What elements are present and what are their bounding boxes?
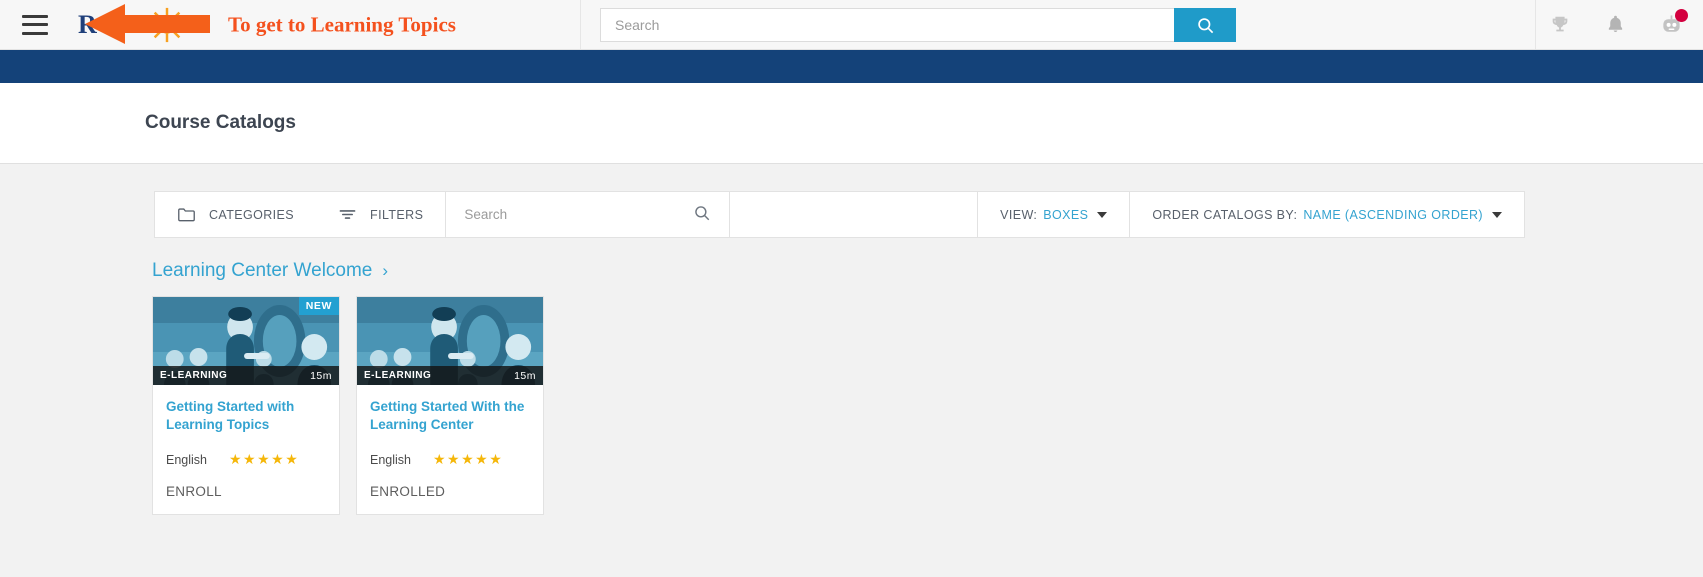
thumbnail-footer: E-LEARNING 15m <box>153 366 339 385</box>
order-label: ORDER CATALOGS BY: <box>1152 207 1298 222</box>
course-duration: 15m <box>310 369 332 382</box>
folder-icon <box>177 206 196 223</box>
course-card[interactable]: E-LEARNING 15m Getting Started With the … <box>356 296 544 516</box>
chevron-down-icon <box>1097 211 1108 218</box>
course-title[interactable]: Getting Started With the Learning Center <box>370 398 530 434</box>
course-language: English <box>166 452 207 467</box>
bell-icon[interactable] <box>1605 14 1626 35</box>
course-meta: English ★★★★★ <box>370 451 530 468</box>
filters-button[interactable]: FILTERS <box>316 192 445 237</box>
annotation-arrow-icon <box>85 4 210 44</box>
view-label: VIEW: <box>1000 207 1038 222</box>
global-search-input[interactable] <box>600 8 1174 42</box>
catalog-toolbar: CATEGORIES FILTERS Search VIEW: BOXES OR… <box>154 191 1525 238</box>
annotation-text: To get to Learning Topics <box>228 12 456 36</box>
filters-label: FILTERS <box>370 207 424 222</box>
hamburger-menu-icon[interactable] <box>22 14 48 35</box>
thumbnail-footer: E-LEARNING 15m <box>357 366 543 385</box>
filter-icon <box>338 207 357 222</box>
course-title[interactable]: Getting Started with Learning Topics <box>166 398 326 434</box>
course-meta: English ★★★★★ <box>166 451 326 468</box>
course-card[interactable]: NEW E-LEARNING 15m Getting Started with … <box>152 296 340 516</box>
course-rating-stars: ★★★★★ <box>433 451 504 468</box>
order-value: NAME (ASCENDING ORDER) <box>1303 207 1483 222</box>
new-badge: NEW <box>298 297 339 315</box>
catalog-search <box>446 192 729 237</box>
trophy-icon[interactable] <box>1549 14 1571 36</box>
search-icon[interactable] <box>693 204 711 225</box>
course-type-label: E-LEARNING <box>160 370 228 381</box>
page-header: Course Catalogs <box>0 83 1703 164</box>
view-value: BOXES <box>1043 207 1089 222</box>
course-type-label: E-LEARNING <box>364 370 432 381</box>
secondary-navigation-band <box>0 50 1703 83</box>
top-navigation-bar: R To get to Learning Topics <box>0 0 1703 50</box>
chevron-right-icon: › <box>382 261 389 280</box>
topbar-icon-group <box>1549 0 1688 49</box>
hamburger-line <box>22 23 48 26</box>
course-duration: 15m <box>514 369 536 382</box>
page-title: Course Catalogs <box>145 112 296 133</box>
main-content: CATEGORIES FILTERS Search VIEW: BOXES OR… <box>0 191 1703 516</box>
categories-label: CATEGORIES <box>209 207 295 222</box>
search-icon <box>1197 17 1213 33</box>
course-thumbnail[interactable]: NEW E-LEARNING 15m <box>153 297 339 385</box>
global-search <box>600 8 1236 42</box>
chevron-down-icon <box>1492 211 1502 218</box>
course-card-list: NEW E-LEARNING 15m Getting Started with … <box>152 296 1703 516</box>
categories-button[interactable]: CATEGORIES <box>155 192 316 237</box>
course-rating-stars: ★★★★★ <box>229 451 300 468</box>
topbar-divider-right <box>1535 0 1536 49</box>
assistant-robot-icon[interactable] <box>1660 9 1688 36</box>
topbar-divider-left <box>580 0 581 49</box>
view-selector[interactable]: VIEW: BOXES <box>978 192 1129 237</box>
course-card-body: Getting Started with Learning Topics Eng… <box>153 385 339 468</box>
course-enroll-action[interactable]: ENROLLED <box>357 468 543 514</box>
order-selector[interactable]: ORDER CATALOGS BY: NAME (ASCENDING ORDER… <box>1130 192 1524 237</box>
catalog-search-input[interactable] <box>464 207 694 222</box>
global-search-button[interactable] <box>1174 8 1236 42</box>
catalog-section-title: Learning Center Welcome <box>152 260 373 281</box>
course-card-body: Getting Started With the Learning Center… <box>357 385 543 468</box>
notification-badge-dot <box>1675 9 1688 22</box>
course-language: English <box>370 452 411 467</box>
catalog-section-header[interactable]: Learning Center Welcome › <box>152 260 388 282</box>
course-thumbnail[interactable]: E-LEARNING 15m <box>357 297 543 385</box>
hamburger-line <box>22 31 48 35</box>
hamburger-line <box>22 14 48 18</box>
course-enroll-action[interactable]: ENROLL <box>153 468 339 514</box>
